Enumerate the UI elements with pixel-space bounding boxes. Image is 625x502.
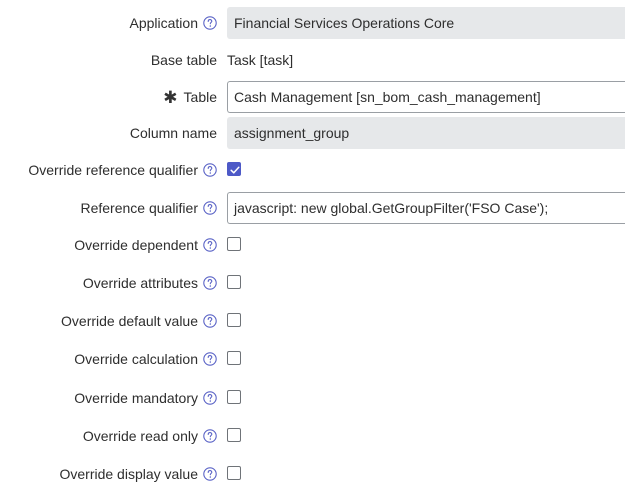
help-icon[interactable] bbox=[203, 238, 217, 252]
override-reference-qualifier-label: Override reference qualifier bbox=[28, 154, 217, 186]
override-mandatory-checkbox[interactable] bbox=[227, 390, 241, 404]
base-table-value: Task [task] bbox=[227, 52, 294, 68]
reference-qualifier-field[interactable]: javascript: new global.GetGroupFilter('F… bbox=[227, 192, 625, 224]
column-name-row: Column name assignment_group bbox=[0, 117, 625, 149]
override-mandatory-row: Override mandatory bbox=[0, 382, 625, 414]
reference-qualifier-label: Reference qualifier bbox=[80, 192, 217, 224]
application-field: Financial Services Operations Core bbox=[227, 7, 625, 39]
override-read-only-row: Override read only bbox=[0, 420, 625, 452]
override-reference-qualifier-checkbox[interactable] bbox=[227, 162, 241, 176]
help-icon[interactable] bbox=[203, 276, 217, 290]
override-display-value-row: Override display value bbox=[0, 458, 625, 490]
override-attributes-checkbox[interactable] bbox=[227, 275, 241, 289]
override-display-value-checkbox[interactable] bbox=[227, 466, 241, 480]
override-dependent-label: Override dependent bbox=[74, 229, 217, 261]
column-name-field: assignment_group bbox=[227, 117, 625, 149]
override-read-only-checkbox[interactable] bbox=[227, 428, 241, 442]
help-icon[interactable] bbox=[203, 201, 217, 215]
override-default-value-label: Override default value bbox=[61, 305, 217, 337]
table-label: ✱ Table bbox=[163, 88, 217, 107]
help-icon[interactable] bbox=[203, 467, 217, 481]
override-dependent-row: Override dependent bbox=[0, 229, 625, 261]
base-table-row: Base table Task [task] bbox=[0, 44, 625, 76]
override-dependent-checkbox[interactable] bbox=[227, 237, 241, 251]
reference-qualifier-row: Reference qualifier javascript: new glob… bbox=[0, 192, 625, 224]
override-calculation-label: Override calculation bbox=[74, 343, 217, 375]
override-read-only-label: Override read only bbox=[83, 420, 217, 452]
override-attributes-row: Override attributes bbox=[0, 267, 625, 299]
base-table-label: Base table bbox=[150, 52, 217, 68]
override-default-value-row: Override default value bbox=[0, 305, 625, 337]
application-label: Application bbox=[130, 7, 218, 39]
column-name-label: Column name bbox=[129, 125, 217, 141]
application-row: Application Financial Services Operation… bbox=[0, 7, 625, 39]
help-icon[interactable] bbox=[203, 163, 217, 177]
override-reference-qualifier-row: Override reference qualifier bbox=[0, 154, 625, 186]
table-row: ✱ Table Cash Management [sn_bom_cash_man… bbox=[0, 81, 625, 113]
help-icon[interactable] bbox=[203, 429, 217, 443]
mandatory-indicator: ✱ bbox=[163, 88, 178, 107]
help-icon[interactable] bbox=[203, 314, 217, 328]
override-attributes-label: Override attributes bbox=[83, 267, 217, 299]
table-field[interactable]: Cash Management [sn_bom_cash_management] bbox=[227, 81, 625, 113]
override-calculation-row: Override calculation bbox=[0, 343, 625, 375]
override-display-value-label: Override display value bbox=[59, 458, 217, 490]
help-icon[interactable] bbox=[203, 16, 217, 30]
help-icon[interactable] bbox=[203, 352, 217, 366]
override-mandatory-label: Override mandatory bbox=[74, 382, 217, 414]
check-icon bbox=[230, 166, 240, 174]
override-default-value-checkbox[interactable] bbox=[227, 313, 241, 327]
override-calculation-checkbox[interactable] bbox=[227, 351, 241, 365]
help-icon[interactable] bbox=[203, 391, 217, 405]
